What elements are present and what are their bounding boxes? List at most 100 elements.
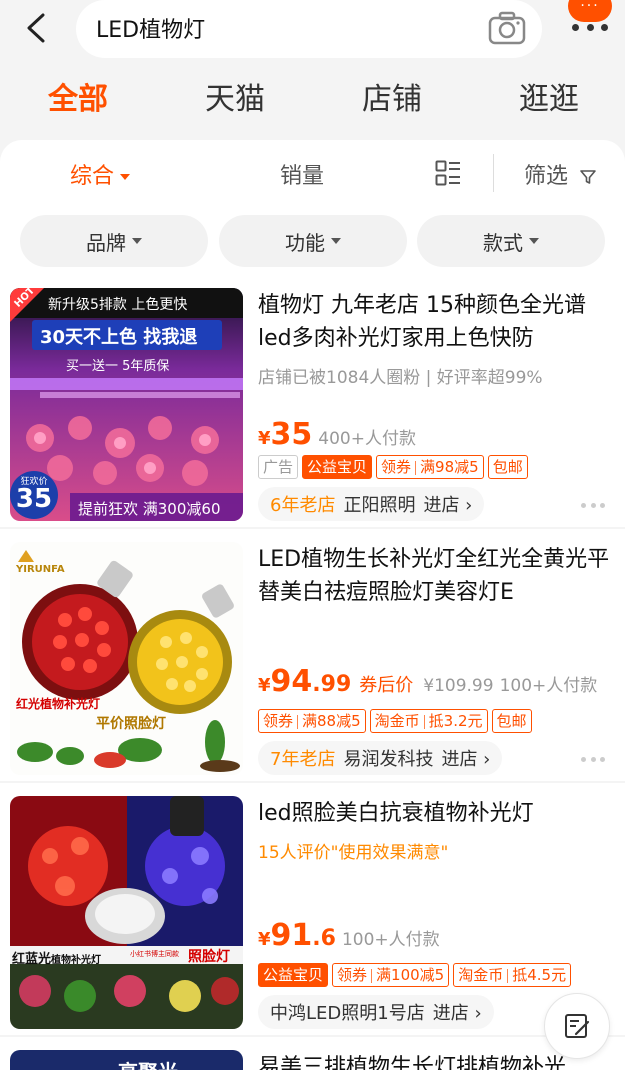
image-caption: 小红书博主同款 (130, 950, 179, 958)
brand-logo: YIRUNFA (16, 564, 65, 575)
image-caption: 新升级5排款 上色更快 (48, 297, 188, 313)
image-caption-part: 红蓝光 (12, 952, 52, 967)
image-caption: 红蓝光植物补光灯 (12, 948, 101, 967)
search-bar[interactable]: LED植物灯 (76, 0, 542, 58)
tab-browse[interactable]: 逛逛 (519, 74, 579, 118)
shop-link[interactable]: 7年老店 易润发科技 进店 › (258, 741, 503, 775)
caret-down-icon (529, 238, 539, 244)
image-caption: 35 (15, 484, 53, 514)
price-row: ¥91.6 100+人付款 (258, 918, 618, 953)
product-title[interactable]: LED植物生长补光灯全红光全黄光平替美白祛痘照脸灯美容灯E (258, 543, 613, 609)
currency-symbol: ¥ (258, 428, 271, 449)
coupon-value: 满88减5 (302, 712, 361, 730)
caret-down-icon (120, 174, 131, 180)
taojinbi-label: 淘金币 (374, 712, 420, 730)
sort-filter-panel: 综合 销量 筛选 品牌 功能 款式 (0, 140, 625, 275)
currency-symbol: ¥ (258, 675, 271, 696)
sort-sales[interactable]: 销量 (280, 158, 324, 190)
image-caption: 红光植物补光灯 (16, 697, 101, 711)
shop-link[interactable]: 中鸿LED照明1号店 进店 › (258, 995, 494, 1029)
more-dots-icon (572, 24, 608, 31)
sort-comprehensive[interactable]: 综合 (70, 158, 131, 190)
image-caption: 30天不上色 找我退 (40, 327, 198, 348)
shop-name: 易润发科技 (343, 749, 434, 770)
coupon-value: 满98减5 (420, 458, 479, 476)
paid-count: 400+人付款 (318, 429, 416, 449)
product-info: led照脸美白抗衰植物补光灯 15人评价"使用效果满意" (258, 797, 613, 863)
product-image[interactable]: YIRUNFA 红光植物补光灯 平价照脸灯 (10, 542, 243, 775)
review-summary: 15人评价"使用效果满意" (258, 843, 449, 863)
after-coupon-label: 券后价 (359, 675, 414, 696)
shop-fans-info: 店铺已被1084人圈粉 | 好评率超99% (258, 368, 543, 388)
camera-icon[interactable] (488, 11, 526, 45)
tag-row: 公益宝贝 领券 满100减5 淘金币 抵4.5元 (258, 963, 575, 987)
back-button[interactable] (18, 10, 54, 46)
product-card[interactable]: YIRUNFA 红光植物补光灯 平价照脸灯 LED植物生长补光灯全红光全黄光平替… (0, 529, 625, 781)
product-info: 植物灯 九年老店 15种颜色全光谱led多肉补光灯家用上色快防 店铺已被1084… (258, 289, 613, 388)
tag-row: 领券 满88减5 淘金币 抵3.2元 包邮 (258, 709, 536, 733)
product-title[interactable]: led照脸美白抗衰植物补光灯 (258, 797, 613, 830)
currency-symbol: ¥ (258, 929, 271, 950)
chip-style[interactable]: 款式 (417, 215, 605, 267)
message-badge: ··· (568, 0, 612, 22)
more-options-icon[interactable] (581, 757, 605, 762)
more-menu-button[interactable]: ··· (566, 0, 614, 40)
feedback-button[interactable] (544, 993, 610, 1059)
tab-shops[interactable]: 店铺 (362, 74, 422, 118)
price: 35 (270, 417, 313, 452)
taojinbi-tag: 淘金币 抵4.5元 (453, 963, 572, 987)
header: LED植物灯 ··· 全部 天猫 店铺 逛逛 (0, 0, 625, 140)
caret-down-icon (331, 238, 341, 244)
taojinbi-label: 淘金币 (458, 966, 504, 984)
free-shipping-tag: 包邮 (487, 455, 528, 479)
shop-name: 正阳照明 (343, 495, 416, 516)
coupon-tag[interactable]: 领券 满98减5 (376, 455, 484, 479)
taojinbi-value: 抵4.5元 (512, 966, 567, 984)
shop-link[interactable]: 6年老店 正阳照明 进店 › (258, 487, 485, 521)
image-caption: 平价照脸灯 (96, 716, 166, 732)
ad-tag: 广告 (258, 455, 299, 479)
coupon-tag[interactable]: 领券 满100减5 (332, 963, 450, 987)
shop-age: 7年老店 (270, 749, 336, 770)
chip-brand[interactable]: 品牌 (20, 215, 208, 267)
product-card[interactable]: HOT 新升级5排款 上色更快 30天不上色 找我退 买一送一 5年质保 狂欢价… (0, 275, 625, 527)
grid-view-icon[interactable] (435, 160, 461, 186)
caret-down-icon (132, 238, 142, 244)
edit-note-icon (565, 1014, 590, 1038)
chip-function[interactable]: 功能 (219, 215, 407, 267)
coupon-label: 领券 (381, 458, 412, 476)
price-decimal: .6 (312, 926, 336, 951)
coupon-tag[interactable]: 领券 满88减5 (258, 709, 366, 733)
paid-count: 100+人付款 (499, 676, 598, 696)
product-image[interactable]: 高聚光 (10, 1050, 243, 1070)
chip-brand-label: 品牌 (86, 230, 126, 255)
filter-label: 筛选 (524, 164, 569, 189)
more-options-icon[interactable] (581, 503, 605, 508)
image-caption: 提前狂欢 满300减60 (78, 500, 221, 518)
tab-all[interactable]: 全部 (48, 74, 108, 118)
free-shipping-tag: 包邮 (491, 709, 532, 733)
product-image[interactable]: HOT 新升级5排款 上色更快 30天不上色 找我退 买一送一 5年质保 狂欢价… (10, 288, 243, 521)
enter-shop: 进店 › (423, 495, 473, 516)
product-card[interactable]: 红蓝光植物补光灯 小红书博主同款 照脸灯 led照脸美白抗衰植物补光灯 15人评… (0, 783, 625, 1035)
taojinbi-tag: 淘金币 抵3.2元 (369, 709, 488, 733)
image-caption-part: 植物补光灯 (51, 955, 102, 966)
chevron-left-icon (27, 13, 45, 43)
paid-count: 100+人付款 (341, 930, 440, 950)
coupon-value: 满100减5 (376, 966, 445, 984)
charity-tag: 公益宝贝 (258, 963, 329, 987)
product-image[interactable]: 红蓝光植物补光灯 小红书博主同款 照脸灯 (10, 796, 243, 1029)
original-price: ¥109.99 (423, 676, 494, 696)
image-caption: 高聚光 (118, 1056, 178, 1070)
tab-tmall[interactable]: 天猫 (205, 74, 265, 118)
product-card[interactable]: 高聚光 易美三排植物生长灯排植物补光 (0, 1037, 625, 1070)
price-row: ¥94.99 券后价 ¥109.99 100+人付款 (258, 664, 618, 699)
chip-function-label: 功能 (285, 230, 325, 255)
divider (493, 154, 494, 192)
price-row: ¥35 400+人付款 (258, 417, 618, 452)
search-input[interactable]: LED植物灯 (96, 12, 205, 44)
filter-button[interactable]: 筛选 (524, 158, 597, 190)
product-title[interactable]: 植物灯 九年老店 15种颜色全光谱led多肉补光灯家用上色快防 (258, 289, 613, 355)
shop-name: 中鸿LED照明1号店 (270, 1003, 425, 1024)
product-info: LED植物生长补光灯全红光全黄光平替美白祛痘照脸灯美容灯E (258, 543, 613, 609)
